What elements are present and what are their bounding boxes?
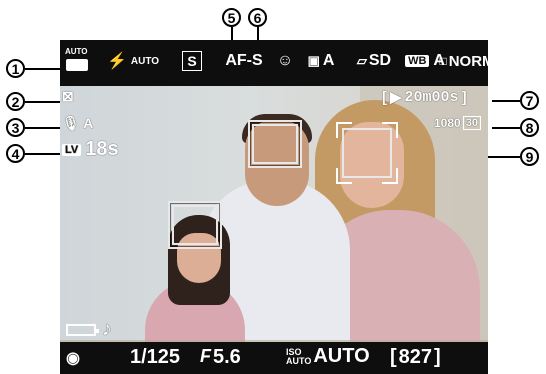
lv-time-value: 18s (85, 138, 119, 160)
active-d-lighting: ▣ A (300, 50, 342, 72)
flash-mode: ⚡ AUTO (102, 50, 164, 72)
microphone-sensitivity: 🎙 A (62, 115, 93, 132)
remaining-exposures: [ 827 ] (390, 346, 441, 369)
face-detection-box-girl (168, 201, 222, 249)
white-balance: WB A (405, 50, 445, 72)
flash-mode-value: AUTO (130, 55, 160, 67)
info-bottombar: ◉ 1/125 F 5.6 ISO AUTO AUTO [ 827 ] (60, 342, 488, 374)
callout-5: 5 (222, 8, 241, 27)
aperture-prefix: F (200, 346, 211, 366)
release-mode-value: S (182, 51, 202, 71)
remaining-left-bracket: [ (390, 346, 397, 368)
metering-icon: ◉ (66, 350, 80, 367)
image-size-icon: □ (439, 54, 447, 68)
face-detection-box-man (248, 120, 302, 168)
active-d-lighting-value: A (322, 52, 335, 69)
active-af-point-woman (336, 122, 398, 184)
music-note-icon: ♪ (102, 318, 112, 340)
callout-6: 6 (248, 8, 267, 27)
lv-icon: LV (62, 143, 82, 156)
image-quality: □ NORM (439, 50, 488, 72)
iso-auto-label: AUTO (286, 355, 312, 366)
shutter-speed-value: 1/125 (130, 346, 181, 368)
no-memory-icon: ⊠ (62, 88, 74, 104)
af-mode-value: AF-S (225, 52, 263, 69)
frame-rate-value: 30 (462, 116, 481, 130)
info-topbar: AUTO ⚡ AUTO S AF-S ☺ ▣ A ▱ SD WB A □ NOR (60, 40, 488, 86)
af-area-face-priority-icon: ☺ (276, 52, 294, 69)
iso-sensitivity: ISO AUTO AUTO (286, 345, 370, 368)
shooting-mode-icon: AUTO (62, 47, 92, 72)
bracket-left: [ (382, 88, 387, 106)
callout-7: 7 (520, 91, 539, 110)
aperture: F 5.6 (200, 346, 241, 369)
mic-sensitivity-value: A (83, 115, 94, 131)
camera-icon (66, 59, 88, 71)
auto-mode-badge: AUTO (65, 47, 88, 56)
callout-2: 2 (6, 92, 25, 111)
face-detection-inner-man (252, 124, 298, 164)
callout-4: 4 (6, 144, 25, 163)
picture-control-value: SD (368, 52, 392, 69)
release-mode: S (172, 50, 212, 72)
no-card-indicator: ⊠ (62, 88, 74, 105)
face-detection-inner-girl (172, 205, 218, 245)
callout-7-line (492, 100, 520, 102)
battery-icon (66, 323, 99, 336)
live-view-time-remaining: LV 18s (62, 138, 119, 161)
picture-control: ▱ SD (346, 50, 402, 72)
callout-2-line (25, 101, 63, 103)
callout-4-line (25, 153, 63, 155)
movie-frame-size-value: 1080 (434, 116, 461, 130)
callout-1-line (25, 68, 65, 70)
flash-icon: ⚡ (106, 53, 127, 70)
battery-indicator: ♪ (66, 318, 112, 341)
active-af-point-inner (342, 128, 392, 178)
bracket-right: ] (461, 88, 467, 106)
callout-9: 9 (520, 147, 539, 166)
remaining-value: 827 (398, 346, 433, 368)
shutter-speed: 1/125 (130, 346, 180, 369)
movie-time-value: 20m00s (404, 88, 459, 106)
callout-1: 1 (6, 59, 25, 78)
callout-8: 8 (520, 118, 539, 137)
aperture-value: 5.6 (213, 346, 241, 368)
callout-8-line (492, 127, 520, 129)
image-quality-value: NORM (448, 52, 488, 70)
camera-lcd-diagram: 1 2 3 4 5 6 7 8 9 AUTO ⚡ AUTO S AF-S ☺ ▣… (0, 0, 546, 374)
movie-frame-size: 1080 30 (434, 116, 481, 130)
af-mode: AF-S (218, 50, 270, 72)
iso-value: AUTO (313, 345, 370, 367)
movie-time-remaining: [ ▶ 20m00s ] (382, 88, 467, 107)
metering-mode: ◉ (66, 348, 80, 368)
remaining-right-bracket: ] (434, 346, 441, 368)
microphone-icon: 🎙 (62, 115, 80, 131)
live-view-screen: AUTO ⚡ AUTO S AF-S ☺ ▣ A ▱ SD WB A □ NOR… (60, 40, 488, 374)
picture-control-icon: ▱ (356, 53, 367, 68)
active-d-lighting-icon: ▣ (307, 53, 320, 68)
callout-3: 3 (6, 118, 25, 137)
callout-3-line (25, 127, 63, 129)
wb-icon: WB (405, 55, 430, 67)
movie-icon: ▶ (390, 89, 402, 106)
